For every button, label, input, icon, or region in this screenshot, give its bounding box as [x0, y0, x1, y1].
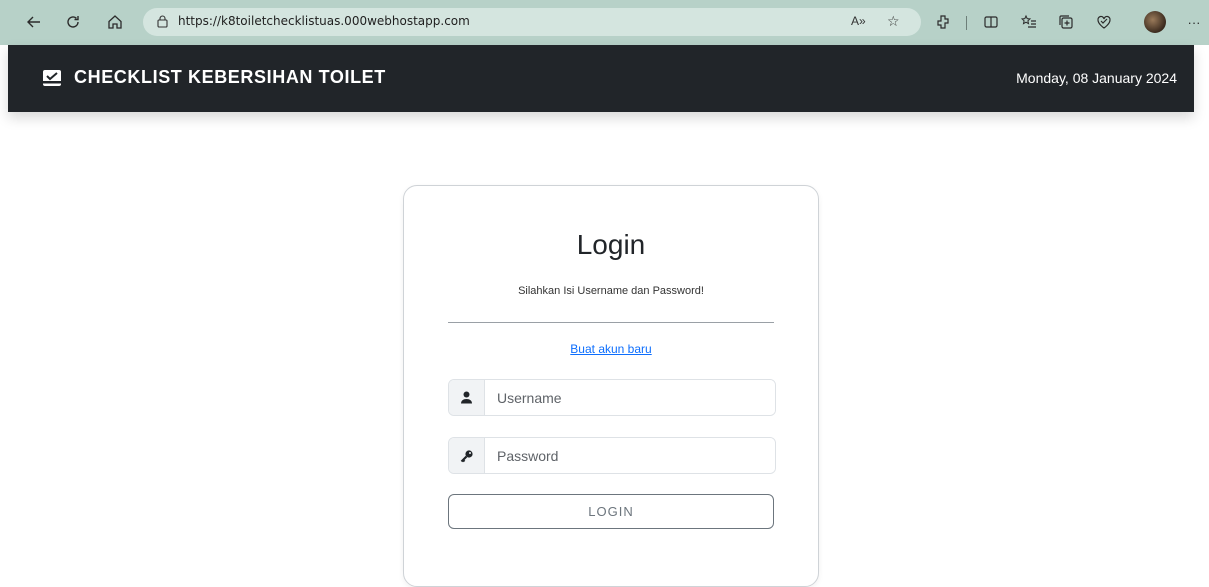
login-title: Login: [576, 229, 646, 260]
password-input[interactable]: [485, 438, 775, 473]
extensions-icon[interactable]: [932, 11, 954, 33]
favorite-star-icon[interactable]: ☆: [887, 13, 900, 30]
lock-icon[interactable]: [157, 15, 168, 28]
brand: CHECKLIST KEBERSIHAN TOILET: [42, 67, 386, 88]
split-screen-icon[interactable]: [980, 11, 1002, 33]
back-arrow-icon[interactable]: [23, 11, 45, 33]
divider: [448, 322, 774, 323]
collections-icon[interactable]: [1055, 11, 1077, 33]
favorites-list-icon[interactable]: [1018, 11, 1040, 33]
login-subtitle: Silahkan Isi Username dan Password!: [518, 285, 704, 297]
address-bar[interactable]: https://k8toiletchecklistuas.000webhosta…: [143, 8, 921, 36]
toolbar-separator: [966, 16, 967, 30]
refresh-icon[interactable]: [62, 11, 84, 33]
app-header: CHECKLIST KEBERSIHAN TOILET Monday, 08 J…: [8, 45, 1194, 112]
login-card: Login Silahkan Isi Username dan Password…: [403, 185, 819, 587]
username-input[interactable]: [485, 380, 775, 415]
create-account-link[interactable]: Buat akun baru: [404, 342, 818, 356]
read-aloud-icon[interactable]: A»: [851, 14, 866, 28]
username-input-group: [448, 379, 776, 416]
user-icon: [449, 380, 485, 415]
browser-toolbar: https://k8toiletchecklistuas.000webhosta…: [0, 0, 1209, 45]
more-options-icon[interactable]: ···: [1183, 11, 1205, 33]
browser-essentials-icon[interactable]: [1093, 11, 1115, 33]
login-button[interactable]: LOGIN: [448, 494, 774, 529]
key-icon: [449, 438, 485, 473]
current-date: Monday, 08 January 2024: [1016, 70, 1177, 86]
inbox-check-icon: [43, 69, 61, 86]
app-title: CHECKLIST KEBERSIHAN TOILET: [74, 67, 386, 87]
password-input-group: [448, 437, 776, 474]
home-icon[interactable]: [104, 11, 126, 33]
profile-avatar[interactable]: [1144, 11, 1166, 33]
url-text[interactable]: https://k8toiletchecklistuas.000webhosta…: [178, 14, 470, 28]
